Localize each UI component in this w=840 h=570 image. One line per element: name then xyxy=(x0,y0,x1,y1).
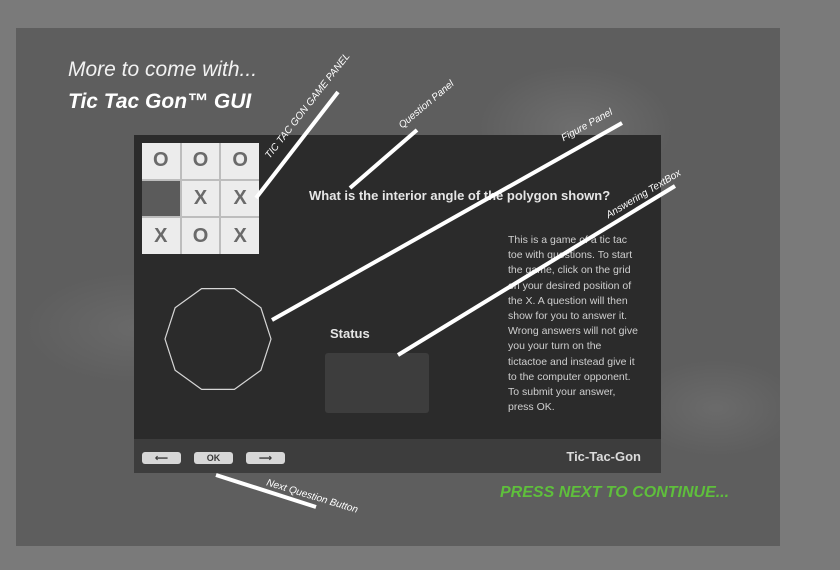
callout-line-question-panel xyxy=(348,128,419,190)
callout-line-figure-panel xyxy=(271,121,623,322)
callout-line-answering-textbox xyxy=(396,184,677,357)
callout-lines xyxy=(215,90,677,509)
callout-line-game-panel xyxy=(254,90,340,200)
